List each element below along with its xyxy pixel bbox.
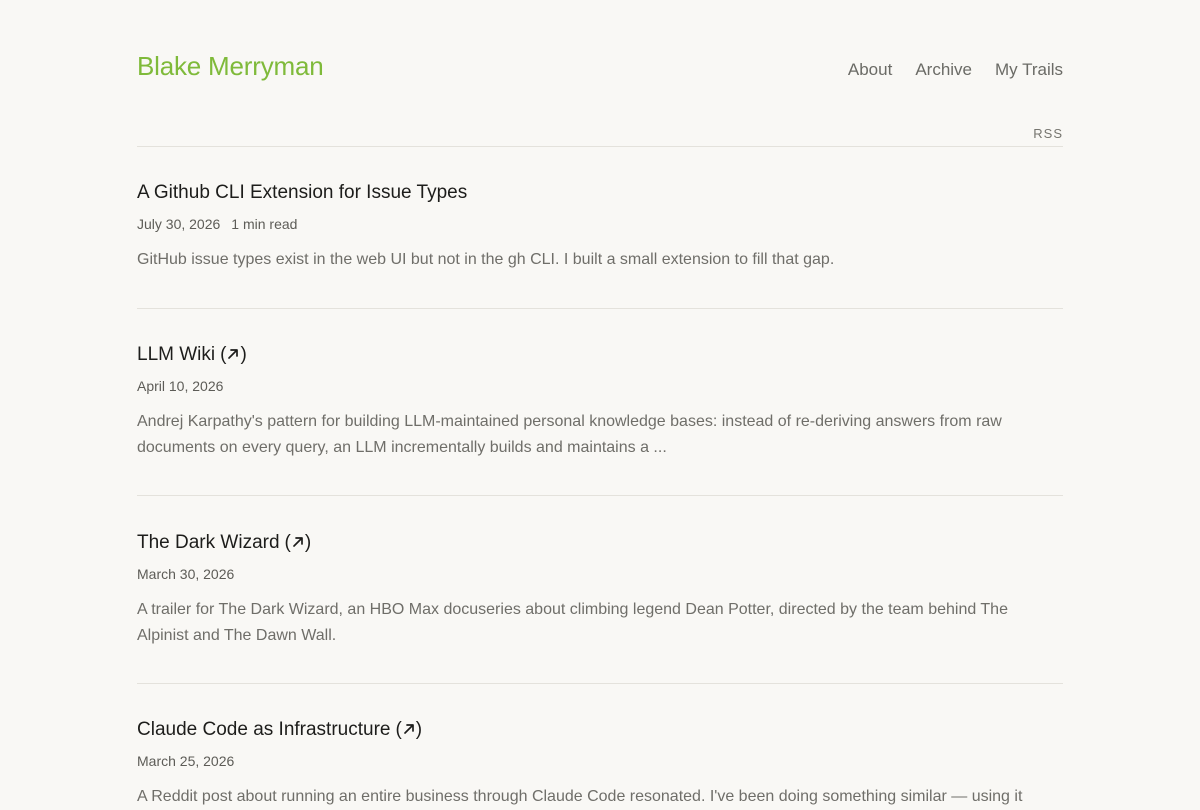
rss-link[interactable]: RSS <box>1033 126 1063 142</box>
nav-item-my-trails[interactable]: My Trails <box>995 59 1063 81</box>
page-container: Blake Merryman About Archive My Trails R… <box>137 0 1063 805</box>
post-excerpt: GitHub issue types exist in the web UI b… <box>137 251 835 268</box>
read-time: 1 min read <box>231 216 298 232</box>
post-meta: March 25, 2026 <box>137 752 1063 770</box>
post-excerpt: A Reddit post about running an entire bu… <box>137 788 1023 805</box>
post-divider <box>137 308 1063 309</box>
post-excerpt: A trailer for The Dark Wizard, an HBO Ma… <box>137 601 1008 644</box>
post-title-link[interactable]: The Dark Wizard () <box>137 531 311 555</box>
post-item: LLM Wiki () April 10, 2026 Andrej Karpat… <box>137 343 1063 461</box>
nav-item-about[interactable]: About <box>848 59 892 81</box>
post-title: Claude Code as Infrastructure <box>137 719 391 740</box>
post-date: March 25, 2026 <box>137 753 235 769</box>
post-title-link[interactable]: A Github CLI Extension for Issue Types <box>137 181 467 205</box>
post-divider <box>137 683 1063 684</box>
post-title-link[interactable]: Claude Code as Infrastructure () <box>137 718 422 742</box>
post-title: LLM Wiki <box>137 344 216 365</box>
post-date: April 10, 2026 <box>137 378 224 394</box>
external-link-icon: () <box>395 719 423 740</box>
post-meta: July 30, 2026 1 min read <box>137 215 1063 233</box>
post-item: The Dark Wizard () March 30, 2026 A trai… <box>137 531 1063 649</box>
post-item: Claude Code as Infrastructure () March 2… <box>137 718 1063 810</box>
post-title: A Github CLI Extension for Issue Types <box>137 182 468 203</box>
main-nav: About Archive My Trails <box>848 59 1063 81</box>
post-meta: March 30, 2026 <box>137 565 1063 583</box>
post-divider <box>137 495 1063 496</box>
post-meta: April 10, 2026 <box>137 377 1063 395</box>
post-date: July 30, 2026 <box>137 216 221 232</box>
external-link-icon: () <box>284 532 312 553</box>
nav-item-archive[interactable]: Archive <box>915 59 972 81</box>
site-title[interactable]: Blake Merryman <box>137 50 324 82</box>
post-item: A Github CLI Extension for Issue Types J… <box>137 181 1063 273</box>
external-link-icon: () <box>220 344 247 365</box>
post-excerpt: Andrej Karpathy's pattern for building L… <box>137 413 1002 456</box>
post-date: March 30, 2026 <box>137 566 235 582</box>
post-title-link[interactable]: LLM Wiki () <box>137 343 247 367</box>
post-title: The Dark Wizard <box>137 532 280 553</box>
site-header: Blake Merryman About Archive My Trails R… <box>137 0 1063 147</box>
